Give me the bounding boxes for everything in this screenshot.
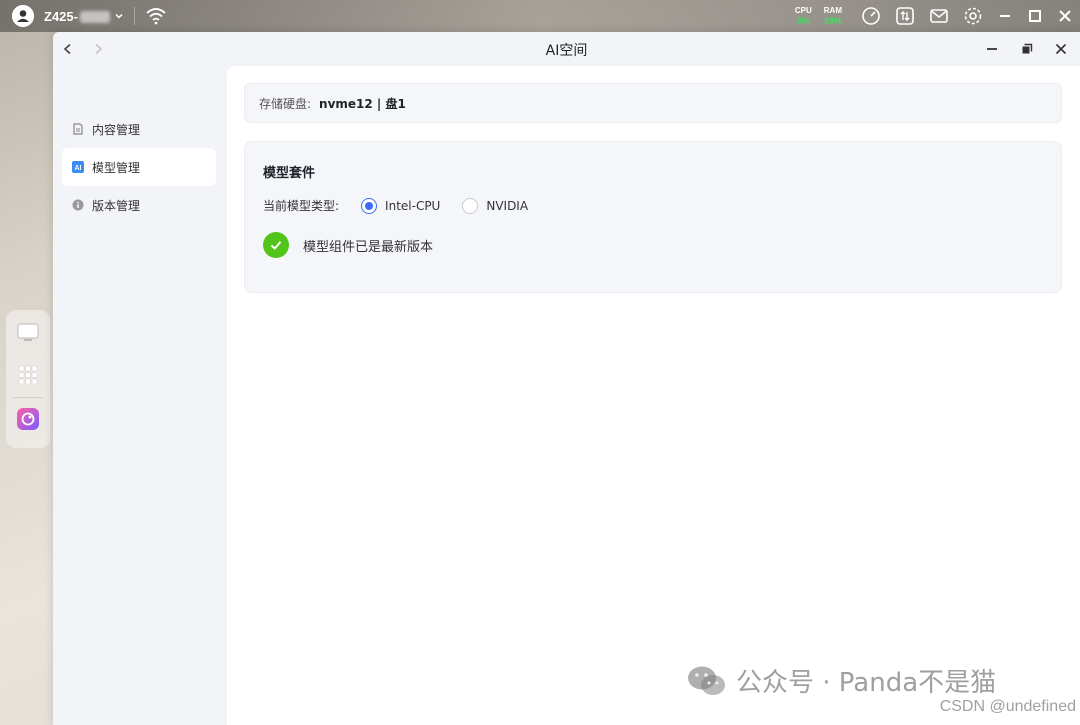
- chevron-down-icon[interactable]: [114, 11, 124, 21]
- gear-icon[interactable]: [962, 5, 984, 27]
- svg-text:AI: AI: [75, 165, 82, 172]
- app-grid-icon[interactable]: [14, 362, 42, 388]
- window-restore-button[interactable]: [1017, 39, 1037, 59]
- sidebar-item-label: 版本管理: [92, 198, 141, 213]
- sidebar-item-label: 模型管理: [92, 160, 141, 175]
- wechat-logo-icon: [688, 666, 725, 695]
- storage-info-bar: 存储硬盘: nvme12 | 盘1: [244, 83, 1062, 123]
- close-icon: [1055, 43, 1067, 55]
- minimize-icon: [987, 48, 997, 50]
- redacted-block: [79, 11, 110, 24]
- model-type-label: 当前模型类型:: [263, 199, 340, 213]
- ram-label: RAM: [823, 5, 842, 15]
- window-minimize-button[interactable]: [982, 39, 1002, 59]
- check-circle-icon: [263, 232, 289, 258]
- update-status-row: 模型组件已是最新版本: [263, 232, 433, 258]
- app-dock: [6, 310, 50, 448]
- sidebar-item-label: 内容管理: [92, 122, 141, 137]
- ai-space-app-icon[interactable]: [14, 406, 42, 432]
- sidebar: 内容管理 AI 模型管理 版本管理: [53, 66, 227, 725]
- cpu-value: 0%: [796, 15, 810, 26]
- window-title: AI空间: [545, 43, 588, 59]
- wechat-watermark: 公众号 · Panda不是猫: [686, 662, 996, 699]
- device-name-text: Z425-: [44, 8, 78, 24]
- status-text: 模型组件已是最新版本: [303, 239, 434, 255]
- sidebar-item-version[interactable]: 版本管理: [62, 186, 216, 224]
- desktop-icon[interactable]: [14, 320, 42, 346]
- cpu-stat[interactable]: CPU 0%: [794, 5, 812, 26]
- speedometer-icon[interactable]: [860, 5, 882, 27]
- radio-nvidia-label[interactable]: NVIDIA: [486, 199, 528, 213]
- device-name[interactable]: Z425-: [44, 9, 110, 24]
- cpu-label: CPU: [794, 5, 812, 15]
- card-title: 模型套件: [263, 166, 316, 181]
- document-icon: [72, 123, 84, 135]
- desktop-topbar: Z425- CPU 0% RAM 38%: [0, 0, 1080, 32]
- sidebar-item-content[interactable]: 内容管理: [62, 110, 216, 148]
- storage-label: 存储硬盘:: [259, 96, 312, 111]
- csdn-watermark: CSDN @undefined: [939, 698, 1076, 715]
- minimize-icon[interactable]: [990, 0, 1020, 32]
- radio-nvidia[interactable]: [462, 197, 479, 214]
- ram-stat[interactable]: RAM 38%: [823, 5, 842, 26]
- restore-icon: [1022, 43, 1033, 54]
- info-icon: [72, 199, 84, 211]
- window-close-button[interactable]: [1051, 39, 1071, 59]
- close-icon[interactable]: [1050, 0, 1080, 32]
- dock-divider: [13, 397, 43, 399]
- ai-icon: AI: [72, 161, 84, 173]
- radio-intel-cpu-label[interactable]: Intel-CPU: [385, 199, 440, 213]
- mail-icon[interactable]: [928, 5, 950, 27]
- sidebar-item-model[interactable]: AI 模型管理: [62, 148, 216, 186]
- window-titlebar: AI空间: [53, 32, 1080, 66]
- model-suite-card: 模型套件 当前模型类型: Intel-CPU NVIDIA 模型组件已是最新版本: [244, 141, 1062, 293]
- topbar-divider: [133, 7, 135, 25]
- model-type-row: 当前模型类型: Intel-CPU NVIDIA: [263, 197, 528, 214]
- main-content: 存储硬盘: nvme12 | 盘1 模型套件 当前模型类型: Intel-CPU…: [227, 66, 1080, 725]
- transfer-icon[interactable]: [894, 5, 916, 27]
- storage-value: nvme12 | 盘1: [319, 96, 406, 111]
- maximize-icon[interactable]: [1020, 0, 1050, 32]
- user-avatar[interactable]: [12, 5, 34, 27]
- radio-intel-cpu[interactable]: [361, 197, 378, 214]
- wifi-icon[interactable]: [145, 5, 167, 27]
- ram-value: 38%: [823, 15, 842, 26]
- user-icon: [12, 5, 34, 27]
- ai-space-window: AI空间 内容管理 AI 模型管理 版本管理 存储硬盘: nvme12 | 盘1…: [53, 32, 1080, 725]
- wechat-watermark-text: 公众号 · Panda不是猫: [736, 668, 997, 698]
